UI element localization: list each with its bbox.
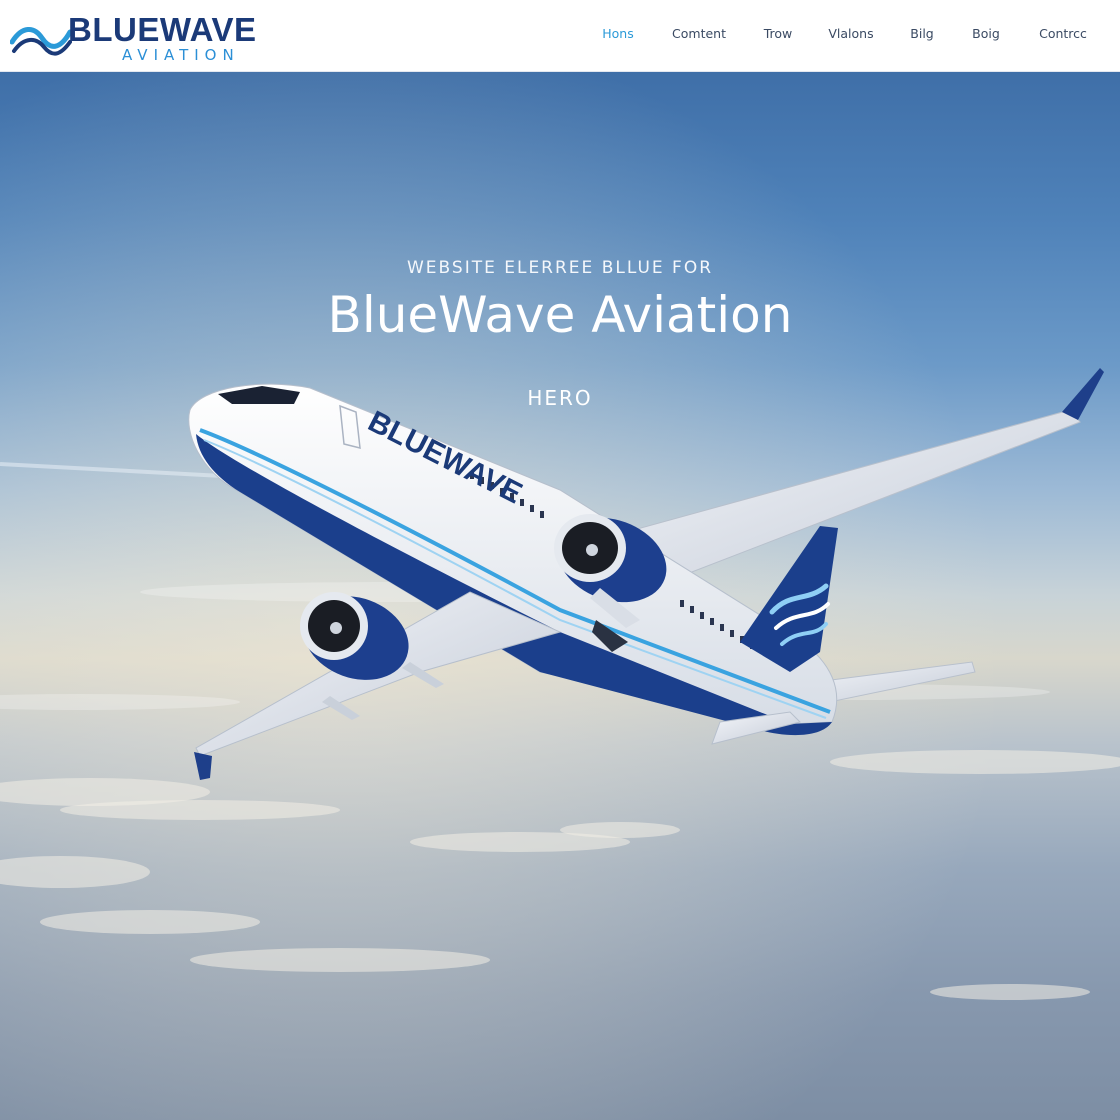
nav-item-content[interactable]: Comtent [672,26,726,44]
nav-item-trow[interactable]: Trow [764,26,793,44]
nav-item-home[interactable]: Hons [602,26,633,44]
site-header: BLUEWAVE AVIATION Hons Comtent Trow Vlal… [0,0,1120,72]
main-nav: Hons Comtent Trow Vlalons Bilg Boig Cont… [0,0,1120,72]
nav-item-bilg[interactable]: Bilg [910,26,933,44]
airplane-illustration: BLUEWAVE [188,368,1104,780]
hero-section: WEBSITE ELERREE BLLUE FOR BlueWave Aviat… [0,72,1120,1120]
nav-item-vlalons[interactable]: Vlalons [828,26,873,44]
nav-item-contact[interactable]: Contrcc [1039,26,1087,44]
nav-item-boig[interactable]: Boig [972,26,1000,44]
